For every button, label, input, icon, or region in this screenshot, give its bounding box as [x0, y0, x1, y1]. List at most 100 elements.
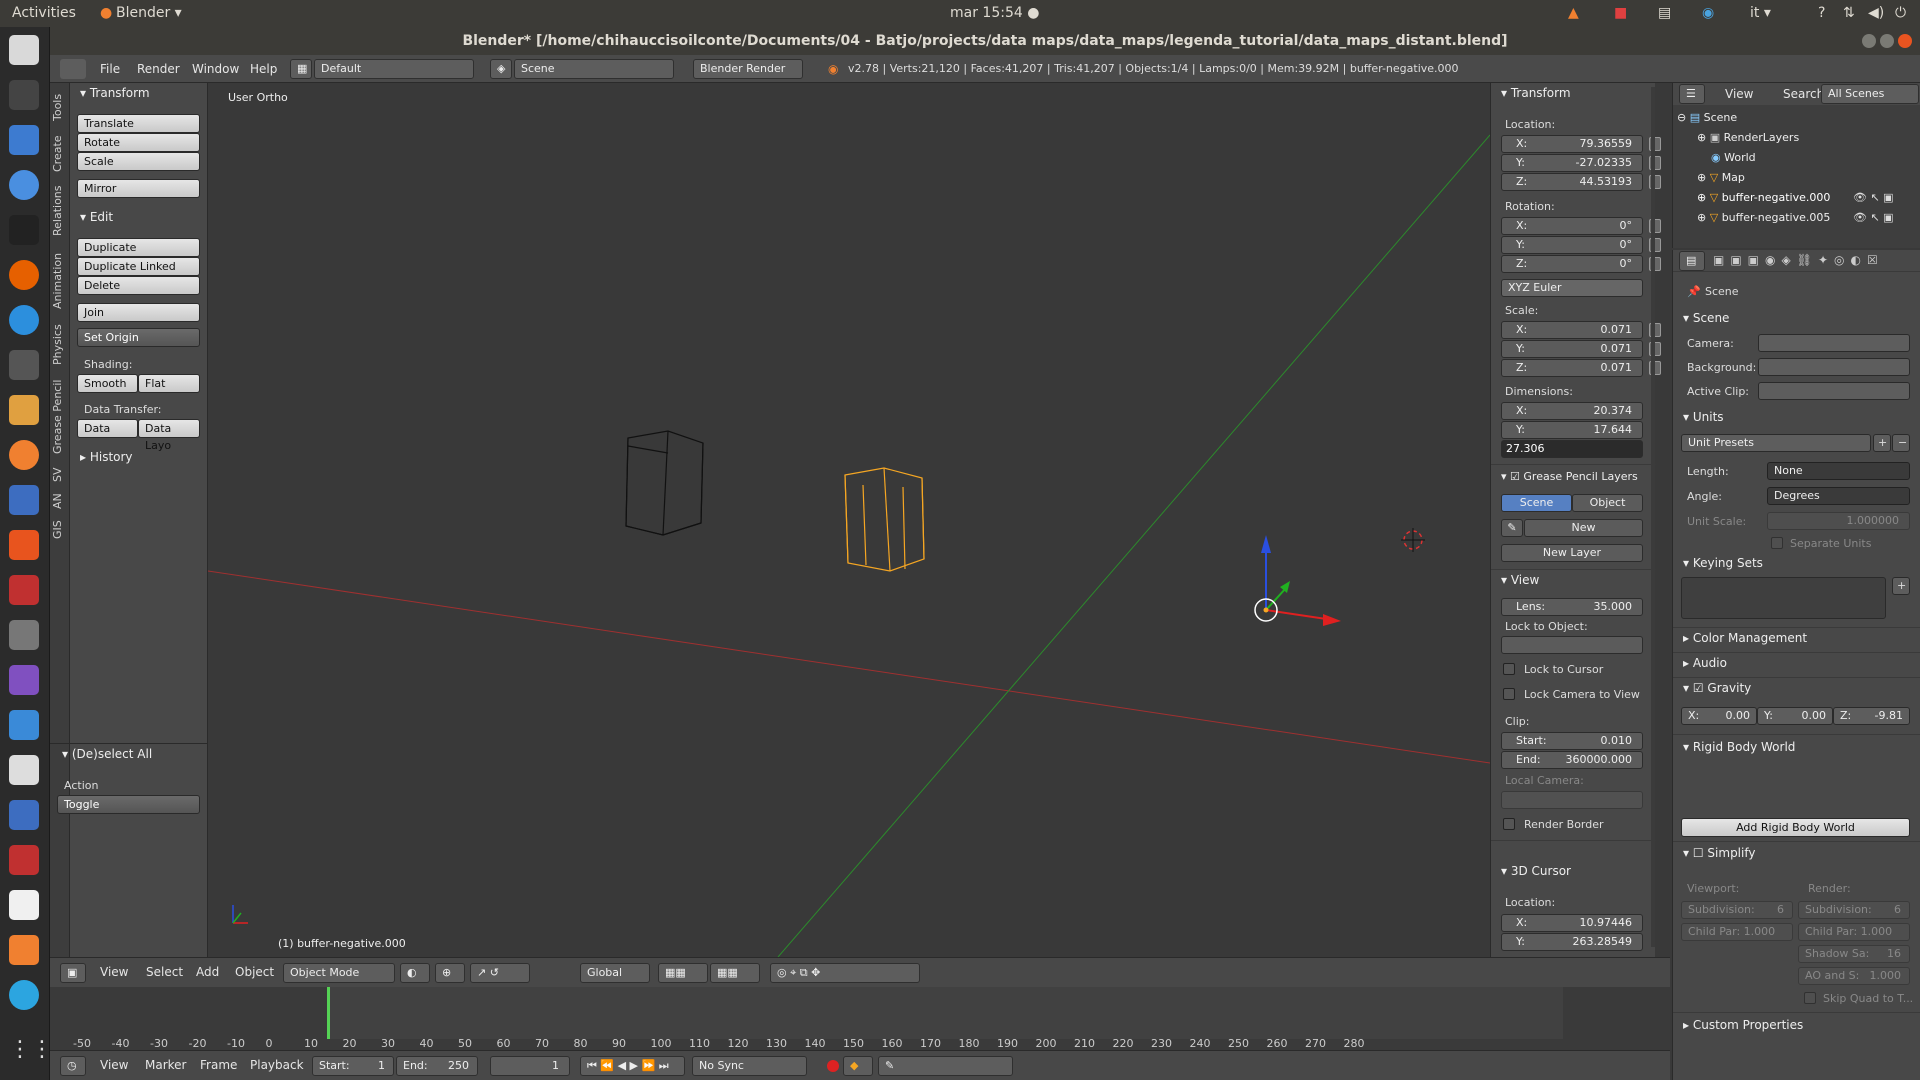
- software-center-icon[interactable]: [9, 530, 39, 560]
- shading-select[interactable]: ◐: [400, 963, 430, 983]
- scale-x-field[interactable]: X: 0.071: [1501, 321, 1643, 339]
- telegram-icon[interactable]: [9, 980, 39, 1010]
- delete-button[interactable]: Delete: [77, 276, 200, 295]
- outliner-row[interactable]: ◉ World: [1711, 151, 1756, 164]
- layers-grid-b[interactable]: ▦▦: [710, 963, 760, 983]
- layers-grid-a[interactable]: ▦▦: [658, 963, 708, 983]
- menu-frame[interactable]: Frame: [200, 1058, 237, 1072]
- outliner-row[interactable]: ⊕ ▽ Map: [1697, 171, 1745, 184]
- rotation-z-field[interactable]: Z: 0°: [1501, 255, 1643, 273]
- keying-set-field[interactable]: ✎: [878, 1056, 1013, 1076]
- action-select[interactable]: Toggle: [57, 795, 200, 814]
- scene-field[interactable]: Scene: [514, 59, 674, 79]
- menu-marker[interactable]: Marker: [145, 1058, 186, 1072]
- tab-animation[interactable]: Animation: [51, 246, 69, 316]
- translate-button[interactable]: Translate: [77, 114, 200, 133]
- camera-icon[interactable]: [9, 620, 39, 650]
- add-preset-button[interactable]: +: [1873, 434, 1891, 452]
- smooth-button[interactable]: Smooth: [77, 374, 138, 393]
- mode-select[interactable]: Object Mode: [283, 963, 395, 983]
- tab-gis[interactable]: GIS: [51, 516, 69, 544]
- editor-type-icon[interactable]: ☰: [1679, 84, 1705, 104]
- add-keying-set-button[interactable]: +: [1892, 577, 1910, 595]
- record-icon[interactable]: [827, 1060, 839, 1072]
- shadow-samples-field[interactable]: Shadow Sa: 16: [1798, 945, 1910, 963]
- color-management-header[interactable]: ▸ Color Management: [1683, 631, 1807, 645]
- angle-select[interactable]: Degrees: [1767, 487, 1910, 505]
- tab-create[interactable]: Create: [51, 131, 69, 176]
- operator-panel-header[interactable]: ▾ (De)select All: [62, 747, 152, 761]
- render-subdivision-field[interactable]: Subdivision: 6: [1798, 901, 1910, 919]
- dimension-x-field[interactable]: X: 20.374: [1501, 402, 1643, 420]
- draw-icon[interactable]: [9, 395, 39, 425]
- viewport-subdivision-field[interactable]: Subdivision: 6: [1681, 901, 1793, 919]
- pin-icon[interactable]: 📌: [1687, 285, 1701, 298]
- show-apps-icon[interactable]: ⋮⋮: [9, 1037, 53, 1067]
- dimension-z-field-editing[interactable]: 27.306: [1501, 440, 1643, 458]
- render-engine-select[interactable]: Blender Render: [693, 59, 803, 79]
- network-icon[interactable]: ⇅: [1843, 5, 1855, 21]
- menu-render[interactable]: Render: [137, 62, 180, 76]
- volume-icon[interactable]: ◀): [1868, 5, 1884, 21]
- location-z-field[interactable]: Z: 44.53193: [1501, 173, 1643, 191]
- view-header[interactable]: ▾ View: [1501, 573, 1539, 587]
- gravity-z-field[interactable]: Z: -9.81: [1833, 707, 1910, 725]
- gp-object-tab[interactable]: Object: [1572, 494, 1643, 512]
- cube-icon[interactable]: [9, 800, 39, 830]
- menu-window[interactable]: Window: [192, 62, 239, 76]
- duplicate-linked-button[interactable]: Duplicate Linked: [77, 257, 200, 276]
- telegram-tray-icon[interactable]: ◉: [1702, 5, 1714, 21]
- text-editor-icon[interactable]: [9, 890, 39, 920]
- menu-object[interactable]: Object: [235, 965, 274, 979]
- gp-scene-tab[interactable]: Scene: [1501, 494, 1572, 512]
- join-button[interactable]: Join: [77, 303, 200, 322]
- clip-end-field[interactable]: End: 360000.000: [1501, 751, 1643, 769]
- visibility-icons[interactable]: 👁 ↖ ▣: [1853, 191, 1894, 204]
- local-camera-field[interactable]: [1501, 791, 1643, 809]
- transform-header[interactable]: ▾ Transform: [1501, 86, 1571, 100]
- firefox-icon[interactable]: [9, 260, 39, 290]
- scene-panel-header[interactable]: ▾ Scene: [1683, 311, 1729, 325]
- keying-sets-header[interactable]: ▾ Keying Sets: [1683, 556, 1763, 570]
- manipulator-toggles[interactable]: ↗ ↺: [470, 963, 530, 983]
- viewport-childpar-field[interactable]: Child Par: 1.000: [1681, 923, 1793, 941]
- editor-type-icon[interactable]: ◷: [60, 1056, 86, 1076]
- gear-app-icon[interactable]: [9, 845, 39, 875]
- end-frame-field[interactable]: End: 250: [396, 1056, 478, 1076]
- tab-grease-pencil[interactable]: Grease Pencil: [51, 374, 69, 460]
- dimension-y-field[interactable]: Y: 17.644: [1501, 421, 1643, 439]
- npanel-scrollbar[interactable]: [1651, 87, 1655, 947]
- scene-icon[interactable]: ◈: [490, 59, 512, 79]
- editor-type-icon[interactable]: [60, 59, 86, 79]
- 3d-viewport[interactable]: User Ortho (1) buffer-negative.000: [208, 83, 1490, 957]
- data-button[interactable]: Data: [77, 419, 138, 438]
- files-tray-icon[interactable]: ▤: [1658, 5, 1671, 21]
- data-layout-button[interactable]: Data Layo: [138, 419, 200, 452]
- timeline-area[interactable]: -50 -40 -30 -20 -10 0 10 20 30 40 50 60 70 80 90 100 110…: [50, 987, 1670, 1050]
- activities-button[interactable]: Activities: [12, 5, 76, 21]
- ao-sss-field[interactable]: AO and S: 1.000: [1798, 967, 1910, 985]
- scale-y-field[interactable]: Y: 0.071: [1501, 340, 1643, 358]
- background-field[interactable]: [1758, 358, 1910, 376]
- writer-icon[interactable]: [9, 125, 39, 155]
- rotation-x-field[interactable]: X: 0°: [1501, 217, 1643, 235]
- tab-relations[interactable]: Relations: [51, 180, 69, 242]
- render-childpar-field[interactable]: Child Par: 1.000: [1798, 923, 1910, 941]
- location-x-field[interactable]: X: 79.36559: [1501, 135, 1643, 153]
- keyboard-layout[interactable]: it ▾: [1750, 5, 1771, 21]
- remove-preset-button[interactable]: −: [1892, 434, 1910, 452]
- screen-layout-field[interactable]: Default: [314, 59, 474, 79]
- screen-layout-icon[interactable]: ▦: [290, 59, 312, 79]
- eye-icon[interactable]: [9, 755, 39, 785]
- snapping-tools[interactable]: ◎ ⌖ ⧉ ✥: [770, 963, 920, 983]
- gravity-y-field[interactable]: Y: 0.00: [1757, 707, 1833, 725]
- menu-file[interactable]: File: [100, 62, 120, 76]
- scale-button[interactable]: Scale: [77, 152, 200, 171]
- gravity-x-field[interactable]: X: 0.00: [1681, 707, 1757, 725]
- separate-units-checkbox[interactable]: [1771, 537, 1783, 549]
- start-frame-field[interactable]: Start: 1: [312, 1056, 394, 1076]
- flow-icon[interactable]: [9, 710, 39, 740]
- visibility-icons[interactable]: 👁 ↖ ▣: [1853, 211, 1894, 224]
- sync-select[interactable]: No Sync: [692, 1056, 807, 1076]
- vlc-tray-icon[interactable]: ▲: [1568, 5, 1579, 21]
